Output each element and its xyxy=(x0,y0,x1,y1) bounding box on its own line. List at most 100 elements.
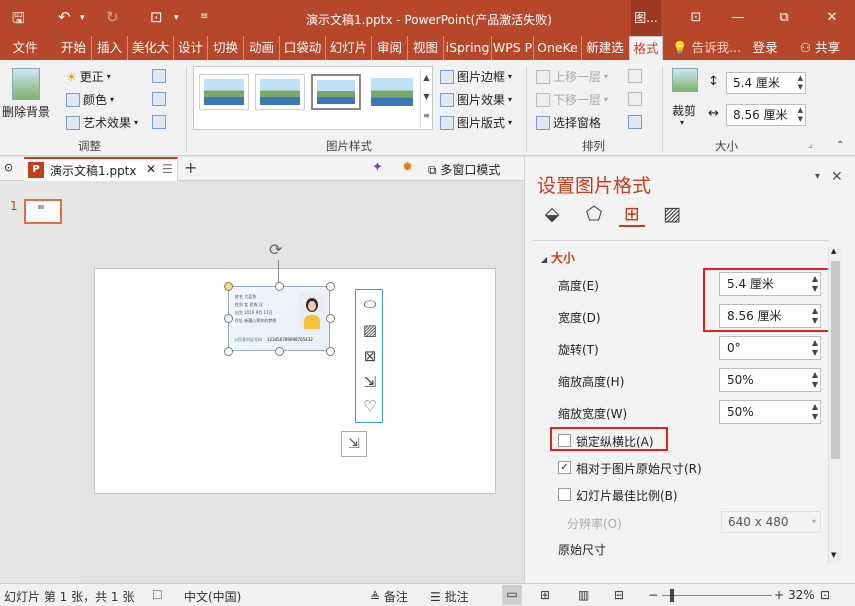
chevron-down-icon[interactable]: ▾ xyxy=(680,118,684,127)
spinner-icon[interactable]: ▲ ▼ xyxy=(798,74,803,92)
size-section-header[interactable]: ◢ 大小 xyxy=(541,249,575,266)
slideshow-dropdown-icon[interactable]: ▾ xyxy=(174,13,179,23)
tab-transitions[interactable]: 切换 xyxy=(208,36,244,60)
close-pane-icon[interactable]: ✕ xyxy=(831,169,843,185)
zoom-level[interactable]: 32% xyxy=(788,588,815,602)
normal-view-icon[interactable]: ▭ xyxy=(502,585,522,605)
picture-settings-icon[interactable]: ▨ xyxy=(659,201,685,227)
resize-handle[interactable] xyxy=(326,314,335,323)
pane-scrollbar[interactable]: ▲ ▼ xyxy=(828,247,842,563)
slide-thumbnail[interactable] xyxy=(24,199,62,224)
picture-border-button[interactable]: 图片边框 ▾ xyxy=(440,68,512,85)
scroll-down-icon[interactable]: ▼ xyxy=(831,551,836,559)
undo-icon[interactable]: ↶ xyxy=(58,8,71,26)
new-tab-icon[interactable]: + xyxy=(184,158,197,177)
effects-icon[interactable]: ✦ xyxy=(372,160,383,175)
tab-wps[interactable]: WPS P xyxy=(492,36,534,60)
scrollbar-thumb[interactable] xyxy=(831,261,840,459)
relative-original-checkbox[interactable]: ✓ xyxy=(558,461,571,474)
multi-window-button[interactable]: ⧉ 多窗口模式 xyxy=(428,161,500,178)
id-card-picture[interactable]: 姓名 大蓝鱼 性别 女 民族 汉 出生 2016 9月 11日 住址 新疆心荣你… xyxy=(228,286,330,351)
picture-effects-button[interactable]: 图片效果 ▾ xyxy=(440,91,512,108)
best-scale-label[interactable]: 幻灯片最佳比例(B) xyxy=(576,487,678,504)
crop-picture-icon[interactable]: ⊠ xyxy=(360,346,380,366)
restore-button[interactable]: ⧉ xyxy=(764,0,804,36)
rotate-handle-icon[interactable]: ⟳ xyxy=(269,240,282,259)
best-scale-checkbox[interactable] xyxy=(558,488,571,501)
gallery-scroll[interactable]: ▲ ▼ ≡ xyxy=(420,68,432,128)
spinner-icon[interactable]: ▲ ▼ xyxy=(812,370,818,390)
resize-handle[interactable] xyxy=(275,347,284,356)
zoom-out-icon[interactable]: − xyxy=(648,588,658,602)
fill-line-icon[interactable]: ⬙ xyxy=(539,201,565,227)
fit-to-window-icon[interactable]: ⊡ xyxy=(820,588,830,602)
spinner-icon[interactable]: ▲ ▼ xyxy=(812,402,818,422)
layout-options-icon[interactable]: ⇲ xyxy=(341,431,367,457)
tab-list-icon[interactable]: ☰ xyxy=(162,162,173,176)
notes-button[interactable]: ≜ 备注 xyxy=(370,588,408,605)
tab-pocket-animation[interactable]: 口袋动 xyxy=(280,36,326,60)
spinner-icon[interactable]: ▲ ▼ xyxy=(812,338,818,358)
document-tab[interactable]: P 演示文稿1.pptx ✕ ☰ xyxy=(24,157,178,181)
undo-dropdown-icon[interactable]: ▾ xyxy=(80,13,85,23)
slideshow-icon[interactable]: ⊡ xyxy=(150,8,163,26)
resize-handle[interactable] xyxy=(326,347,335,356)
size-dialog-launcher-icon[interactable]: ⌟ xyxy=(808,140,812,150)
slide[interactable]: ⟳ 姓名 大蓝鱼 性别 女 民族 汉 出生 2016 9月 11日 住址 新疆心… xyxy=(94,240,496,494)
share-button[interactable]: ⚇ 共享 xyxy=(790,36,850,60)
pane-options-icon[interactable]: ▾ xyxy=(815,171,820,182)
ribbon-width-input[interactable]: 8.56 厘米 ▲ ▼ xyxy=(726,104,806,126)
ribbon-height-input[interactable]: 5.4 厘米 ▲ ▼ xyxy=(726,72,806,94)
tab-beautify[interactable]: 美化大 xyxy=(128,36,174,60)
artistic-effects-button[interactable]: 艺术效果 ▾ xyxy=(66,114,138,131)
language-status[interactable]: 中文(中国) xyxy=(184,588,241,605)
tab-onekey[interactable]: OneKe xyxy=(534,36,582,60)
zoom-slider-thumb[interactable] xyxy=(670,589,674,602)
resize-arrow-icon[interactable]: ⇲ xyxy=(360,372,380,392)
resize-handle[interactable] xyxy=(275,282,284,291)
heart-icon[interactable]: ♡ xyxy=(360,396,380,416)
remove-background-icon[interactable] xyxy=(12,68,40,100)
ribbon-display-options-icon[interactable]: ⊡ xyxy=(676,0,716,36)
compress-pictures-icon[interactable] xyxy=(152,69,166,83)
slideshow-view-icon[interactable]: ⊟ xyxy=(614,588,624,602)
relative-original-label[interactable]: 相对于图片原始尺寸(R) xyxy=(576,460,702,477)
picture-style-thumb[interactable] xyxy=(311,74,361,110)
rotate-icon[interactable] xyxy=(628,115,642,129)
tab-file[interactable]: 文件 xyxy=(0,36,50,60)
crop-button[interactable]: 裁剪 xyxy=(672,102,696,119)
remove-background-button[interactable]: 删除背景 xyxy=(2,103,50,120)
close-tab-icon[interactable]: ✕ xyxy=(146,162,156,176)
close-button[interactable]: ✕ xyxy=(812,0,852,36)
tab-insert[interactable]: 插入 xyxy=(92,36,128,60)
login-link[interactable]: 登录 xyxy=(748,36,782,60)
tab-review[interactable]: 审阅 xyxy=(372,36,408,60)
zoom-in-icon[interactable]: + xyxy=(774,588,784,602)
resize-handle[interactable] xyxy=(326,282,335,291)
zoom-slider[interactable] xyxy=(662,595,772,596)
effects-pentagon-icon[interactable]: ⬠ xyxy=(581,201,607,227)
rotation-input[interactable]: 0° ▲ ▼ xyxy=(719,336,821,360)
scale-height-input[interactable]: 50% ▲ ▼ xyxy=(719,368,821,392)
scale-width-input[interactable]: 50% ▲ ▼ xyxy=(719,400,821,424)
change-picture-icon[interactable] xyxy=(152,92,166,106)
picture-style-thumb[interactable] xyxy=(199,74,249,110)
shape-outline-icon[interactable]: ⬭ xyxy=(360,294,380,314)
picture-style-thumb[interactable] xyxy=(255,74,305,110)
save-icon[interactable]: 🖫 xyxy=(12,8,25,33)
tab-format[interactable]: 格式 xyxy=(629,36,663,62)
tab-slideshow[interactable]: 幻灯片 xyxy=(326,36,372,60)
spellcheck-icon[interactable]: ☐ xyxy=(152,588,163,602)
customize-qat-icon[interactable]: ≡ xyxy=(200,11,208,22)
size-properties-icon[interactable]: ⊞ xyxy=(619,201,645,227)
picture-icon[interactable]: ▨ xyxy=(360,320,380,340)
tab-ispring[interactable]: iSpring xyxy=(444,36,492,60)
reading-view-icon[interactable]: ▥ xyxy=(578,588,589,602)
tell-me-search[interactable]: 💡 告诉我... xyxy=(672,36,742,60)
picture-style-thumb[interactable] xyxy=(367,74,417,110)
picture-layout-button[interactable]: 图片版式 ▾ xyxy=(440,114,512,131)
color-button[interactable]: 颜色 ▾ xyxy=(66,91,114,108)
slide-sorter-icon[interactable]: ⊞ xyxy=(540,588,550,602)
tab-new-options[interactable]: 新建选 xyxy=(582,36,628,60)
corrections-button[interactable]: ☀ 更正 ▾ xyxy=(66,68,111,85)
